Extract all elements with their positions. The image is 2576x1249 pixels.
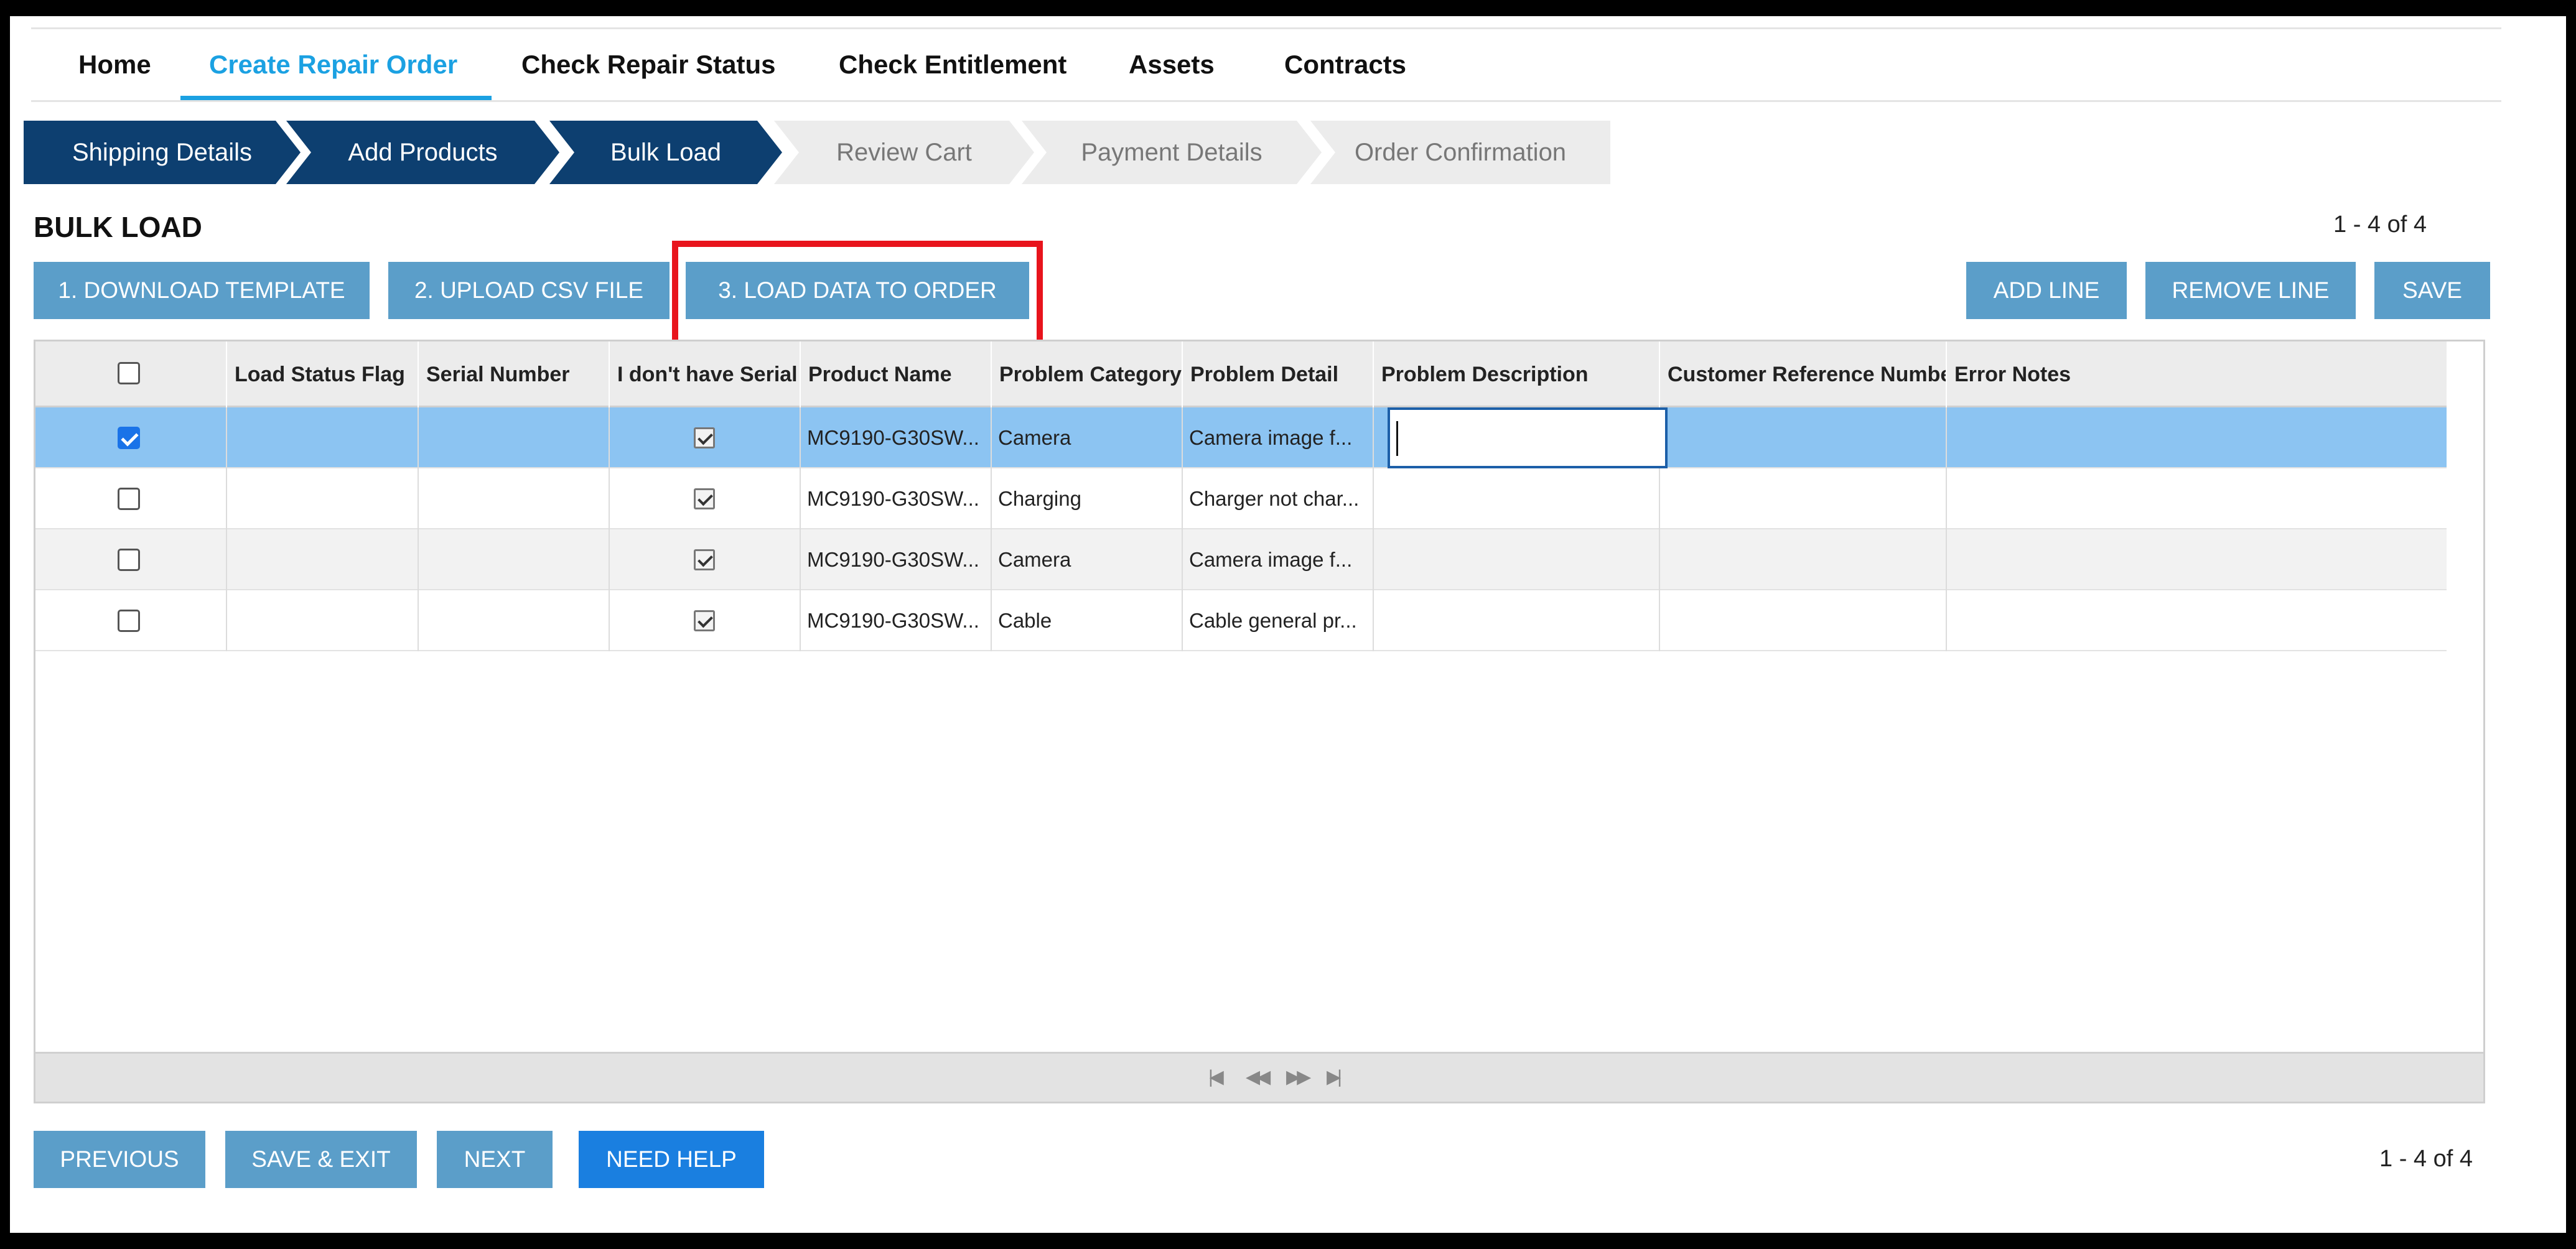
serial-number-cell[interactable] (418, 407, 609, 468)
step-order-confirmation: Order Confirmation (1310, 121, 1610, 184)
select-all-checkbox[interactable] (118, 362, 140, 384)
problem-category-cell[interactable]: Cable (991, 590, 1182, 651)
column-header-problem-category[interactable]: Problem Category (991, 341, 1182, 407)
problem-description-cell[interactable] (1373, 590, 1659, 651)
record-count-bottom: 1 - 4 of 4 (2379, 1146, 2473, 1172)
row-select-cell (35, 590, 226, 651)
add-line-button[interactable]: ADD LINE (1966, 262, 2127, 319)
next-page-icon[interactable]: ▶▶ (1286, 1066, 1311, 1088)
row-select-cell (35, 468, 226, 529)
customer-reference-cell[interactable] (1659, 468, 1946, 529)
next-button[interactable]: NEXT (437, 1131, 553, 1188)
error-notes-cell (1946, 529, 2447, 590)
table-row[interactable]: MC9190-G30SW... Camera Camera image f... (35, 529, 2447, 590)
row-checkbox[interactable] (118, 488, 140, 510)
text-caret (1396, 421, 1398, 456)
step-bulk-load[interactable]: Bulk Load (549, 121, 782, 184)
column-header-problem-detail[interactable]: Problem Detail (1182, 341, 1373, 407)
load-status-flag-cell (226, 468, 418, 529)
error-notes-cell (1946, 407, 2447, 468)
row-checkbox[interactable] (118, 427, 140, 449)
no-serial-checkbox[interactable] (694, 427, 715, 448)
product-name-cell[interactable]: MC9190-G30SW... (800, 468, 991, 529)
customer-reference-cell[interactable] (1659, 529, 1946, 590)
bulk-load-grid: Load Status Flag Serial Number I don't h… (34, 340, 2485, 1103)
nav-home[interactable]: Home (78, 29, 151, 100)
remove-line-button[interactable]: REMOVE LINE (2145, 262, 2356, 319)
step-add-products[interactable]: Add Products (286, 121, 559, 184)
row-select-cell (35, 529, 226, 590)
row-checkbox[interactable] (118, 610, 140, 632)
nav-assets[interactable]: Assets (1129, 29, 1215, 100)
column-header-no-serial[interactable]: I don't have Serial (609, 341, 800, 407)
error-notes-cell (1946, 468, 2447, 529)
serial-number-cell[interactable] (418, 529, 609, 590)
active-tab-underline (180, 96, 492, 100)
grid-header: Load Status Flag Serial Number I don't h… (35, 341, 2447, 407)
load-status-flag-cell (226, 590, 418, 651)
download-template-button[interactable]: 1. DOWNLOAD TEMPLATE (34, 262, 370, 319)
no-serial-checkbox[interactable] (694, 488, 715, 509)
first-page-icon[interactable]: |◀ (1208, 1066, 1224, 1088)
row-select-cell (35, 407, 226, 468)
save-button[interactable]: SAVE (2374, 262, 2490, 319)
product-name-cell[interactable]: MC9190-G30SW... (800, 529, 991, 590)
need-help-button[interactable]: NEED HELP (579, 1131, 764, 1188)
column-header-serial-number[interactable]: Serial Number (418, 341, 609, 407)
no-serial-cell (609, 590, 800, 651)
table-row[interactable]: MC9190-G30SW... Cable Cable general pr..… (35, 590, 2447, 651)
record-count-top: 1 - 4 of 4 (2333, 211, 2427, 238)
row-checkbox[interactable] (118, 549, 140, 571)
problem-detail-cell[interactable]: Charger not char... (1182, 468, 1373, 529)
no-serial-cell (609, 529, 800, 590)
load-status-flag-cell (226, 529, 418, 590)
nav-check-entitlement[interactable]: Check Entitlement (839, 29, 1066, 100)
prev-page-icon[interactable]: ◀◀ (1246, 1066, 1271, 1088)
nav-check-repair-status[interactable]: Check Repair Status (521, 29, 775, 100)
problem-description-input[interactable] (1388, 407, 1668, 468)
previous-button[interactable]: PREVIOUS (34, 1131, 205, 1188)
app-window: Home Create Repair Order Check Repair St… (10, 16, 2566, 1233)
top-nav: Home Create Repair Order Check Repair St… (31, 27, 2501, 102)
customer-reference-cell[interactable] (1659, 407, 1946, 468)
header-select-all-cell (35, 341, 226, 407)
column-header-customer-reference-number[interactable]: Customer Reference Number (1659, 341, 1946, 407)
step-review-cart: Review Cart (774, 121, 1034, 184)
problem-description-cell[interactable] (1373, 468, 1659, 529)
nav-create-repair-order[interactable]: Create Repair Order (209, 29, 457, 100)
table-row[interactable]: MC9190-G30SW... Charging Charger not cha… (35, 468, 2447, 529)
problem-detail-cell[interactable]: Camera image f... (1182, 407, 1373, 468)
no-serial-cell (609, 407, 800, 468)
problem-category-cell[interactable]: Camera (991, 407, 1182, 468)
problem-detail-cell[interactable]: Camera image f... (1182, 529, 1373, 590)
serial-number-cell[interactable] (418, 468, 609, 529)
customer-reference-cell[interactable] (1659, 590, 1946, 651)
error-notes-cell (1946, 590, 2447, 651)
step-shipping-details[interactable]: Shipping Details (24, 121, 301, 184)
save-and-exit-button[interactable]: SAVE & EXIT (225, 1131, 417, 1188)
no-serial-checkbox[interactable] (694, 610, 715, 631)
problem-description-cell[interactable] (1373, 529, 1659, 590)
upload-csv-button[interactable]: 2. UPLOAD CSV FILE (388, 262, 670, 319)
no-serial-cell (609, 468, 800, 529)
column-header-problem-description[interactable]: Problem Description (1373, 341, 1659, 407)
grid-pager: |◀ ◀◀ ▶▶ ▶| (35, 1052, 2483, 1102)
column-header-load-status-flag[interactable]: Load Status Flag (226, 341, 418, 407)
column-header-error-notes[interactable]: Error Notes (1946, 341, 2447, 407)
load-status-flag-cell (226, 407, 418, 468)
no-serial-checkbox[interactable] (694, 549, 715, 570)
last-page-icon[interactable]: ▶| (1327, 1066, 1342, 1088)
problem-category-cell[interactable]: Charging (991, 468, 1182, 529)
problem-category-cell[interactable]: Camera (991, 529, 1182, 590)
nav-contracts[interactable]: Contracts (1284, 29, 1406, 100)
highlight-annotation (672, 241, 1043, 348)
problem-detail-cell[interactable]: Cable general pr... (1182, 590, 1373, 651)
product-name-cell[interactable]: MC9190-G30SW... (800, 407, 991, 468)
page-title: BULK LOAD (34, 211, 202, 243)
step-payment-details: Payment Details (1022, 121, 1322, 184)
table-row[interactable]: MC9190-G30SW... Camera Camera image f... (35, 407, 2447, 468)
serial-number-cell[interactable] (418, 590, 609, 651)
product-name-cell[interactable]: MC9190-G30SW... (800, 590, 991, 651)
column-header-product-name[interactable]: Product Name (800, 341, 991, 407)
